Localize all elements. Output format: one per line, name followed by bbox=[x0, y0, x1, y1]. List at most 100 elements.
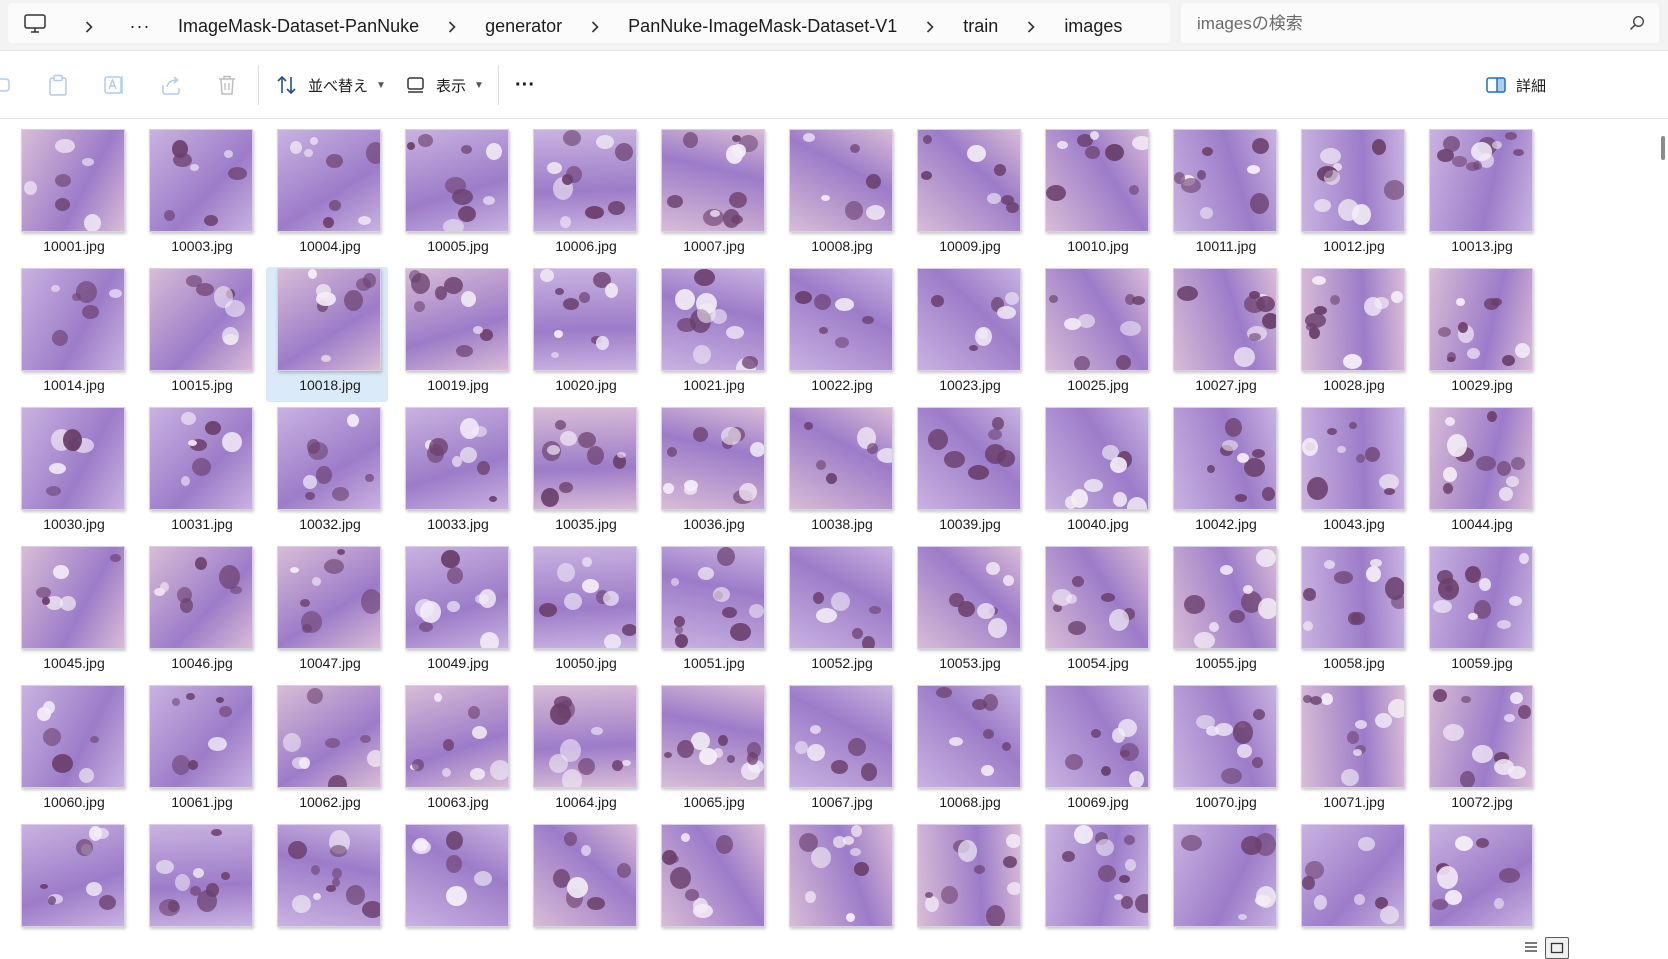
chevron-right-icon[interactable] bbox=[429, 16, 475, 36]
file-item[interactable]: 10003.jpg bbox=[138, 128, 260, 263]
file-item[interactable]: 10027.jpg bbox=[1162, 267, 1284, 402]
file-item[interactable] bbox=[778, 823, 900, 937]
breadcrumb-item[interactable]: ImageMask-Dataset-PanNuke bbox=[168, 16, 429, 37]
scrollbar-thumb[interactable] bbox=[1661, 136, 1665, 160]
this-pc-icon[interactable] bbox=[24, 14, 46, 34]
sort-button[interactable]: 並べ替え ▼ bbox=[276, 69, 386, 101]
file-item[interactable]: 10010.jpg bbox=[1034, 128, 1156, 263]
file-item[interactable]: 10029.jpg bbox=[1418, 267, 1540, 402]
file-item[interactable]: 10001.jpg bbox=[10, 128, 132, 263]
file-item[interactable]: 10064.jpg bbox=[522, 684, 644, 819]
file-item[interactable]: 10062.jpg bbox=[266, 684, 388, 819]
file-item[interactable] bbox=[1418, 823, 1540, 937]
file-item[interactable]: 10038.jpg bbox=[778, 406, 900, 541]
file-item[interactable]: 10042.jpg bbox=[1162, 406, 1284, 541]
file-item[interactable]: 10061.jpg bbox=[138, 684, 260, 819]
vertical-scrollbar[interactable] bbox=[1656, 119, 1668, 937]
file-item[interactable]: 10015.jpg bbox=[138, 267, 260, 402]
file-item[interactable]: 10065.jpg bbox=[650, 684, 772, 819]
chevron-right-icon[interactable] bbox=[1008, 16, 1054, 36]
file-item[interactable] bbox=[650, 823, 772, 937]
file-item[interactable]: 10004.jpg bbox=[266, 128, 388, 263]
file-item[interactable]: 10033.jpg bbox=[394, 406, 516, 541]
file-item[interactable]: 10068.jpg bbox=[906, 684, 1028, 819]
file-item[interactable]: 10032.jpg bbox=[266, 406, 388, 541]
file-item[interactable]: 10030.jpg bbox=[10, 406, 132, 541]
more-options-button[interactable]: ··· bbox=[515, 69, 535, 101]
file-item[interactable]: 10046.jpg bbox=[138, 545, 260, 680]
breadcrumb-item-current[interactable]: images bbox=[1054, 16, 1132, 37]
file-item[interactable]: 10059.jpg bbox=[1418, 545, 1540, 680]
file-item[interactable]: 10052.jpg bbox=[778, 545, 900, 680]
file-item[interactable]: 10020.jpg bbox=[522, 267, 644, 402]
file-item[interactable]: 10011.jpg bbox=[1162, 128, 1284, 263]
file-item[interactable]: 10039.jpg bbox=[906, 406, 1028, 541]
file-item[interactable] bbox=[10, 823, 132, 937]
new-item-button[interactable] bbox=[0, 69, 12, 101]
file-item[interactable]: 10072.jpg bbox=[1418, 684, 1540, 819]
address-bar[interactable]: ··· ImageMask-Dataset-PanNuke generator … bbox=[8, 3, 1170, 43]
details-view-toggle[interactable] bbox=[1520, 937, 1542, 957]
file-item[interactable]: 10063.jpg bbox=[394, 684, 516, 819]
file-item[interactable]: 10051.jpg bbox=[650, 545, 772, 680]
file-item[interactable]: 10071.jpg bbox=[1290, 684, 1412, 819]
file-item[interactable] bbox=[522, 823, 644, 937]
file-item[interactable]: 10018.jpg bbox=[266, 267, 388, 402]
search-input[interactable] bbox=[1195, 9, 1599, 39]
file-item[interactable]: 10021.jpg bbox=[650, 267, 772, 402]
file-item[interactable]: 10012.jpg bbox=[1290, 128, 1412, 263]
file-item[interactable]: 10044.jpg bbox=[1418, 406, 1540, 541]
file-item[interactable]: 10023.jpg bbox=[906, 267, 1028, 402]
file-item[interactable]: 10007.jpg bbox=[650, 128, 772, 263]
search-box[interactable] bbox=[1181, 3, 1659, 43]
breadcrumb-item[interactable]: generator bbox=[475, 16, 572, 37]
file-item[interactable]: 10058.jpg bbox=[1290, 545, 1412, 680]
file-item[interactable]: 10008.jpg bbox=[778, 128, 900, 263]
file-item[interactable]: 10070.jpg bbox=[1162, 684, 1284, 819]
file-item[interactable]: 10014.jpg bbox=[10, 267, 132, 402]
file-item[interactable]: 10050.jpg bbox=[522, 545, 644, 680]
file-item[interactable]: 10047.jpg bbox=[266, 545, 388, 680]
delete-button[interactable] bbox=[217, 69, 237, 101]
breadcrumb-overflow-button[interactable]: ··· bbox=[112, 16, 168, 37]
file-item[interactable]: 10060.jpg bbox=[10, 684, 132, 819]
file-item[interactable]: 10022.jpg bbox=[778, 267, 900, 402]
file-item[interactable]: 10069.jpg bbox=[1034, 684, 1156, 819]
chevron-right-icon[interactable] bbox=[572, 16, 618, 36]
file-item[interactable] bbox=[1290, 823, 1412, 937]
file-item[interactable]: 10028.jpg bbox=[1290, 267, 1412, 402]
file-item[interactable]: 10045.jpg bbox=[10, 545, 132, 680]
search-icon[interactable] bbox=[1629, 15, 1645, 31]
large-icons-view-toggle[interactable] bbox=[1545, 937, 1569, 959]
details-pane-button[interactable]: 詳細 bbox=[1486, 69, 1546, 101]
file-item[interactable]: 10036.jpg bbox=[650, 406, 772, 541]
view-button[interactable]: 表示 ▼ bbox=[406, 69, 484, 101]
file-item[interactable]: 10035.jpg bbox=[522, 406, 644, 541]
breadcrumb-item[interactable]: train bbox=[953, 16, 1008, 37]
file-item[interactable]: 10025.jpg bbox=[1034, 267, 1156, 402]
file-item[interactable]: 10067.jpg bbox=[778, 684, 900, 819]
breadcrumb-item[interactable]: PanNuke-ImageMask-Dataset-V1 bbox=[618, 16, 907, 37]
file-item[interactable]: 10013.jpg bbox=[1418, 128, 1540, 263]
file-item[interactable]: 10006.jpg bbox=[522, 128, 644, 263]
rename-button[interactable] bbox=[103, 69, 125, 101]
chevron-right-icon[interactable] bbox=[66, 16, 112, 36]
paste-button[interactable] bbox=[48, 69, 68, 101]
file-item[interactable]: 10009.jpg bbox=[906, 128, 1028, 263]
file-item[interactable] bbox=[394, 823, 516, 937]
share-button[interactable] bbox=[160, 69, 182, 101]
file-item[interactable]: 10054.jpg bbox=[1034, 545, 1156, 680]
file-item[interactable]: 10049.jpg bbox=[394, 545, 516, 680]
chevron-right-icon[interactable] bbox=[907, 16, 953, 36]
file-item[interactable]: 10055.jpg bbox=[1162, 545, 1284, 680]
file-item[interactable]: 10053.jpg bbox=[906, 545, 1028, 680]
file-item[interactable] bbox=[1162, 823, 1284, 937]
file-item[interactable] bbox=[138, 823, 260, 937]
file-item[interactable]: 10040.jpg bbox=[1034, 406, 1156, 541]
file-item[interactable] bbox=[906, 823, 1028, 937]
file-item[interactable]: 10043.jpg bbox=[1290, 406, 1412, 541]
file-item[interactable] bbox=[266, 823, 388, 937]
file-item[interactable]: 10005.jpg bbox=[394, 128, 516, 263]
file-item[interactable]: 10031.jpg bbox=[138, 406, 260, 541]
file-item[interactable] bbox=[1034, 823, 1156, 937]
